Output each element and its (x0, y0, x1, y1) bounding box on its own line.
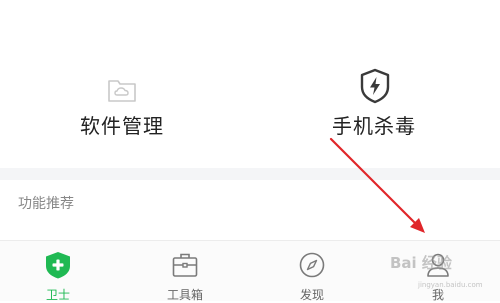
tab-guard-label: 卫士 (45, 288, 70, 302)
section-divider (0, 168, 500, 180)
tab-toolbox[interactable]: 工具箱 (145, 241, 225, 302)
folder-cloud-icon (108, 80, 136, 102)
tab-me-label: 我 (431, 288, 444, 302)
tab-toolbox-label: 工具箱 (166, 288, 203, 302)
tab-discover[interactable]: 发现 (272, 241, 352, 302)
software-manager-card[interactable]: 软件管理 (32, 66, 212, 146)
shield-lightning-icon (360, 68, 390, 104)
antivirus-label: 手机杀毒 (332, 114, 416, 138)
tab-discover-label: 发现 (299, 288, 324, 302)
shield-plus-icon (46, 252, 70, 279)
software-manager-label: 软件管理 (80, 114, 164, 138)
tab-me[interactable]: 我 (398, 241, 478, 302)
toolbox-icon (172, 253, 198, 277)
antivirus-card[interactable]: 手机杀毒 (284, 66, 464, 146)
section-title-recommended: 功能推荐 (18, 196, 74, 212)
compass-icon (299, 252, 325, 278)
person-icon (427, 253, 449, 277)
tab-guard[interactable]: 卫士 (18, 241, 98, 302)
feature-grid: 软件管理 手机杀毒 (0, 0, 500, 168)
bottom-tab-bar: 卫士 工具箱 发现 我 (0, 240, 500, 302)
